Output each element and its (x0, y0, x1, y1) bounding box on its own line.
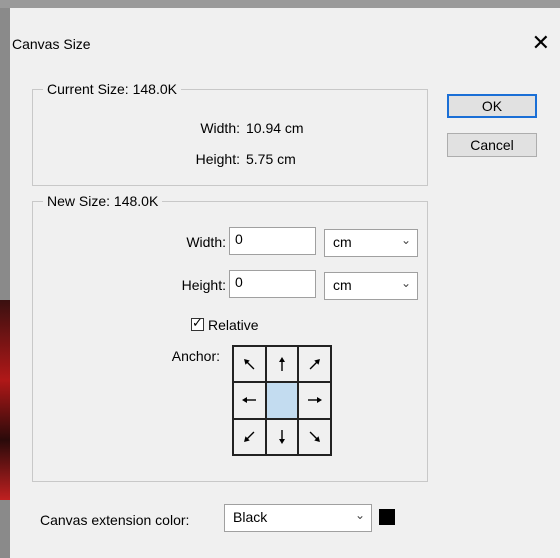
extension-color-select[interactable]: Black ⌄ (224, 504, 372, 532)
canvas-size-dialog: Canvas Size ✕ Current Size: 148.0K Width… (10, 8, 560, 558)
new-width-label: Width: (186, 234, 226, 250)
new-height-label: Height: (181, 277, 226, 293)
chevron-down-icon: ⌄ (354, 508, 365, 522)
anchor-cell-center[interactable] (266, 383, 298, 418)
height-unit-value: cm (333, 277, 352, 293)
width-unit-select[interactable]: cm ⌄ (324, 229, 418, 257)
arrow-left-icon (242, 397, 257, 404)
background-image-edge (0, 300, 10, 500)
new-width-input[interactable]: 0 (229, 227, 316, 255)
extension-color-value: Black (233, 509, 268, 525)
current-height-value: 5.75 cm (246, 151, 296, 167)
anchor-cell-bottom-right[interactable] (299, 419, 330, 454)
height-unit-select[interactable]: cm ⌄ (324, 272, 418, 300)
anchor-cell-bottom-left[interactable] (234, 419, 265, 454)
anchor-grid (232, 345, 332, 456)
current-width-value: 10.94 cm (246, 120, 304, 136)
current-width-label: Width: (200, 120, 240, 136)
anchor-cell-top-right[interactable] (299, 347, 330, 382)
arrow-up-left-icon (244, 359, 255, 370)
current-size-legend: Current Size: 148.0K (47, 81, 177, 97)
current-height-label: Height: (195, 151, 240, 167)
anchor-cell-top-left[interactable] (234, 347, 265, 382)
chevron-down-icon: ⌄ (400, 276, 411, 290)
cancel-button[interactable]: Cancel (447, 133, 537, 157)
arrow-down-left-icon (244, 431, 255, 442)
chevron-down-icon: ⌄ (400, 233, 411, 247)
extension-color-label: Canvas extension color: (40, 512, 190, 528)
new-height-input[interactable]: 0 (229, 270, 316, 298)
arrow-down-icon (278, 429, 285, 444)
arrow-up-right-icon (309, 359, 320, 370)
new-size-legend: New Size: 148.0K (47, 193, 159, 209)
arrow-down-right-icon (309, 431, 320, 442)
anchor-cell-top[interactable] (266, 347, 298, 382)
anchor-cell-left[interactable] (234, 383, 265, 418)
relative-checkbox[interactable]: ✓ (191, 315, 204, 331)
arrow-up-icon (278, 357, 285, 372)
extension-color-swatch[interactable] (379, 509, 395, 525)
dialog-title: Canvas Size (12, 36, 91, 52)
ok-button[interactable]: OK (447, 94, 537, 118)
width-unit-value: cm (333, 234, 352, 250)
anchor-label: Anchor: (171, 348, 220, 364)
background-top (0, 0, 560, 8)
close-icon[interactable]: ✕ (532, 30, 550, 56)
checkmark-icon: ✓ (192, 315, 203, 330)
relative-label: Relative (208, 317, 259, 333)
arrow-right-icon (307, 397, 322, 404)
anchor-cell-bottom[interactable] (266, 419, 298, 454)
anchor-cell-right[interactable] (299, 383, 330, 418)
